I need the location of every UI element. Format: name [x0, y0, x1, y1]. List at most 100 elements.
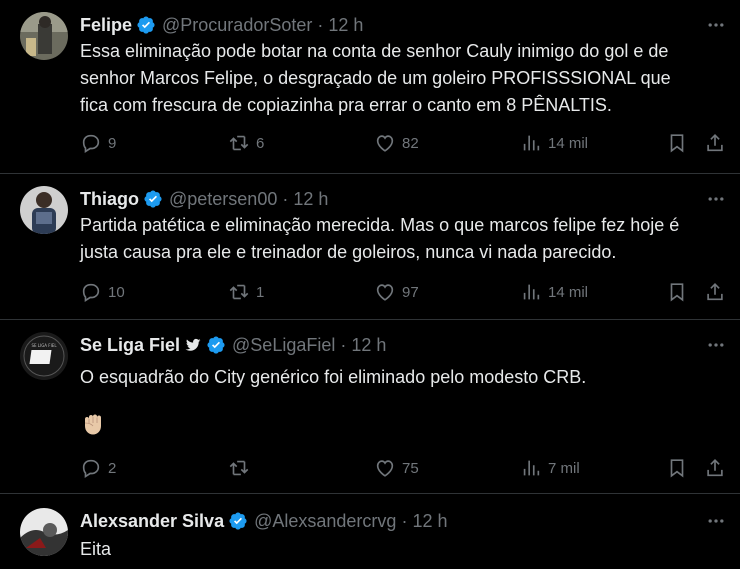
tweet-text-line: Eita [80, 539, 112, 559]
tweet-felipe[interactable]: Felipe @ProcuradorSoter · 12 h Essa elim… [0, 0, 740, 174]
share-icon [707, 134, 723, 152]
action-bar: 2 75 7 mil [80, 456, 740, 480]
tweet-header: Alexsander Silva @Alexsandercrvg · 12 h [80, 510, 700, 532]
like-button[interactable]: 75 [374, 456, 419, 480]
tweet-text-line: fica com frescura de copiazinha pra erra… [80, 95, 612, 115]
avatar[interactable] [20, 508, 68, 556]
retweet-icon [229, 460, 249, 476]
separator-dot: · [317, 14, 324, 35]
tweet-text-line: O esquadrão do City genérico foi elimina… [80, 367, 587, 387]
reply-count: 9 [108, 134, 117, 152]
bookmark-icon [670, 283, 684, 302]
share-icon [707, 283, 723, 301]
separator-dot: · [401, 510, 408, 531]
like-button[interactable]: 82 [374, 131, 419, 155]
reply-icon [82, 134, 100, 153]
reply-count: 10 [108, 283, 125, 301]
tweet-text: Essa eliminação pode botar na conta de s… [80, 38, 726, 119]
timestamp[interactable]: 12 h [412, 511, 447, 532]
views-button[interactable]: 14 mil [520, 131, 588, 155]
verified-badge-icon [207, 336, 225, 354]
like-button[interactable]: 97 [374, 280, 419, 304]
tweet-thiago[interactable]: Thiago @petersen00 · 12 h Partida patéti… [0, 174, 740, 320]
tweet-alexsander-silva[interactable]: Alexsander Silva @Alexsandercrvg · 12 h … [0, 494, 740, 569]
views-count: 14 mil [548, 134, 589, 152]
more-icon[interactable] [706, 511, 726, 531]
like-count: 75 [402, 459, 419, 477]
reply-icon [82, 283, 100, 302]
views-button[interactable]: 7 mil [520, 456, 580, 480]
like-icon [376, 135, 394, 152]
retweet-count: 1 [256, 283, 265, 301]
handle[interactable]: @petersen00 [169, 189, 277, 210]
timestamp[interactable]: 12 h [351, 335, 386, 356]
separator-dot: · [340, 334, 347, 355]
reply-icon [82, 459, 100, 478]
action-bar: 9 6 82 14 mil [80, 131, 740, 155]
retweet-icon [229, 135, 249, 151]
handle[interactable]: @ProcuradorSoter [162, 15, 312, 36]
views-icon [523, 460, 540, 476]
share-icon [707, 459, 723, 477]
more-icon[interactable] [706, 335, 726, 355]
tweet-text-line: Partida patética e eliminação merecida. … [80, 215, 680, 235]
retweet-button[interactable]: 1 [228, 280, 264, 304]
tweet-text-line: senhor Marcos Felipe, o desgraçado de um… [80, 68, 671, 88]
bookmark-icon [670, 134, 684, 153]
handle[interactable]: @Alexsandercrvg [254, 511, 396, 532]
bookmark-icon [670, 459, 684, 478]
twitter-bird-icon [185, 338, 201, 351]
views-button[interactable]: 14 mil [520, 280, 588, 304]
reply-count: 2 [108, 459, 117, 477]
timeline-feed: Felipe @ProcuradorSoter · 12 h Essa elim… [0, 0, 740, 569]
share-button[interactable] [704, 131, 726, 155]
more-icon[interactable] [706, 189, 726, 209]
handle[interactable]: @SeLigaFiel [232, 335, 335, 356]
avatar-logo-text: SE LIGA FIEL [31, 343, 57, 348]
tweet-text: O esquadrão do City genérico foi elimina… [80, 364, 726, 391]
retweet-icon [229, 284, 249, 300]
bookmark-button[interactable] [666, 131, 688, 155]
views-icon [523, 284, 540, 300]
like-count: 97 [402, 283, 419, 301]
timestamp[interactable]: 12 h [293, 189, 328, 210]
reply-button[interactable]: 10 [80, 280, 125, 304]
views-icon [523, 135, 540, 151]
reply-button[interactable]: 2 [80, 456, 116, 480]
like-count: 82 [402, 134, 419, 152]
like-icon [376, 284, 394, 301]
display-name[interactable]: Felipe [80, 15, 132, 36]
avatar[interactable] [20, 12, 68, 60]
views-count: 14 mil [548, 283, 589, 301]
action-bar: 10 1 97 14 mil [80, 280, 740, 304]
verified-badge-icon [144, 190, 162, 208]
timestamp[interactable]: 12 h [328, 15, 363, 36]
avatar[interactable] [20, 186, 68, 234]
more-icon[interactable] [706, 15, 726, 35]
raised-fist-icon [84, 414, 101, 435]
share-button[interactable] [704, 456, 726, 480]
retweet-button[interactable]: 6 [228, 131, 264, 155]
reply-button[interactable]: 9 [80, 131, 116, 155]
verified-badge-icon [137, 16, 155, 34]
tweet-text: Eita [80, 536, 726, 563]
separator-dot: · [282, 188, 289, 209]
display-name[interactable]: Se Liga Fiel [80, 335, 180, 356]
tweet-text-line: justa causa pra ele e treinador de golei… [80, 242, 617, 262]
display-name[interactable]: Thiago [80, 189, 139, 210]
tweet-se-liga-fiel[interactable]: SE LIGA FIEL Se Liga Fiel @SeLigaFiel · … [0, 320, 740, 494]
display-name[interactable]: Alexsander Silva [80, 511, 224, 532]
bookmark-button[interactable] [666, 280, 688, 304]
like-icon [376, 460, 394, 477]
tweet-header: Thiago @petersen00 · 12 h [80, 188, 700, 210]
tweet-text-line: Essa eliminação pode botar na conta de s… [80, 41, 669, 61]
views-count: 7 mil [548, 459, 580, 477]
tweet-header: Se Liga Fiel @SeLigaFiel · 12 h [80, 334, 700, 356]
share-button[interactable] [704, 280, 726, 304]
tweet-header: Felipe @ProcuradorSoter · 12 h [80, 14, 700, 36]
retweet-button[interactable] [228, 456, 256, 480]
bookmark-button[interactable] [666, 456, 688, 480]
avatar[interactable]: SE LIGA FIEL [20, 332, 68, 380]
tweet-text: Partida patética e eliminação merecida. … [80, 212, 726, 266]
retweet-count: 6 [256, 134, 265, 152]
